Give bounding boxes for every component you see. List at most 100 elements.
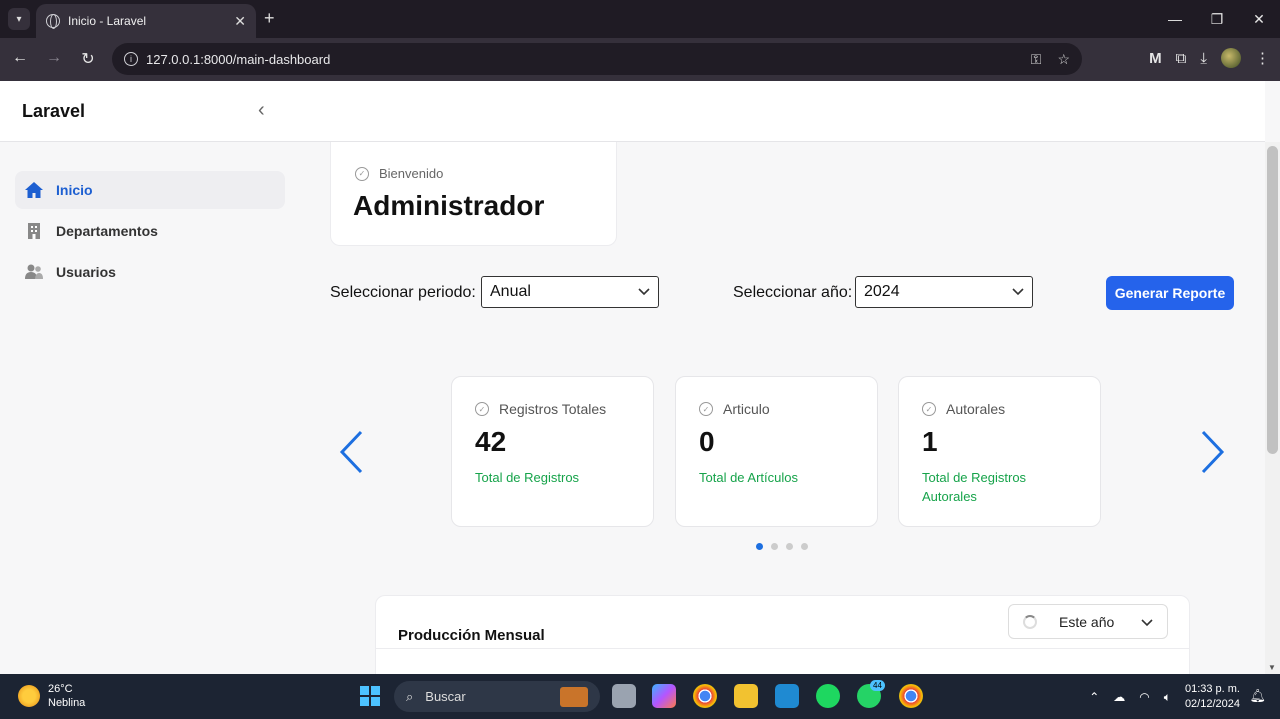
- building-icon: [24, 221, 44, 241]
- scrollbar-thumb[interactable]: [1267, 146, 1278, 454]
- weather-widget[interactable]: 26°C Neblina: [18, 682, 85, 710]
- carousel-pagination: [756, 543, 808, 550]
- malwarebytes-icon[interactable]: M: [1149, 50, 1162, 67]
- taskbar-search[interactable]: ⌕ Buscar: [394, 681, 600, 712]
- forward-icon[interactable]: →: [43, 49, 65, 67]
- tab-search-icon[interactable]: ▾: [8, 8, 30, 30]
- period-select[interactable]: Anual: [481, 276, 659, 308]
- chevron-up-icon[interactable]: ⌃: [1089, 690, 1099, 704]
- task-view-icon[interactable]: [612, 684, 636, 708]
- welcome-label-row: ✓ Bienvenido: [355, 166, 443, 181]
- page-scrollbar[interactable]: ▲ ▼: [1265, 142, 1280, 674]
- production-range-select[interactable]: Este año: [1008, 604, 1168, 639]
- carousel-dot[interactable]: [756, 543, 763, 550]
- check-circle-icon: ✓: [699, 402, 713, 416]
- sidebar-item-label: Inicio: [56, 182, 93, 198]
- stat-subtitle: Total de Artículos: [699, 470, 798, 485]
- chrome-profile-icon[interactable]: [899, 684, 923, 708]
- file-explorer-icon[interactable]: [734, 684, 758, 708]
- bookmark-star-icon[interactable]: ☆: [1057, 51, 1070, 68]
- app-topbar: Laravel ‹: [0, 81, 1265, 142]
- extensions-icon[interactable]: ⧉: [1176, 50, 1187, 67]
- new-tab-icon[interactable]: +: [264, 8, 275, 29]
- app-viewport: Laravel ‹ Inicio Departamentos Usuarios …: [0, 81, 1280, 674]
- minimize-icon[interactable]: —: [1154, 0, 1196, 38]
- browser-titlebar: ▾ Inicio - Laravel ✕ + — ❐ ✕: [0, 0, 1280, 38]
- welcome-card: ✓ Bienvenido Administrador: [330, 142, 617, 246]
- temperature: 26°C: [48, 683, 73, 695]
- stat-label-row: ✓ Registros Totales: [475, 401, 606, 417]
- clock[interactable]: 01:33 p. m. 02/12/2024: [1185, 682, 1240, 712]
- generate-report-button[interactable]: Generar Reporte: [1106, 276, 1234, 310]
- sidebar-item-label: Usuarios: [56, 264, 116, 280]
- stat-label-row: ✓ Articulo: [699, 401, 770, 417]
- collapse-sidebar-icon[interactable]: ‹: [258, 99, 265, 122]
- production-card: Producción Mensual Este año: [375, 595, 1190, 674]
- menu-kebab-icon[interactable]: ⋮: [1255, 49, 1270, 67]
- stat-subtitle: Total de Registros Autorales: [922, 470, 1027, 504]
- restore-icon[interactable]: ❐: [1196, 0, 1238, 38]
- windows-start-icon[interactable]: [360, 686, 380, 706]
- close-tab-icon[interactable]: ✕: [234, 13, 246, 30]
- carousel-dot[interactable]: [786, 543, 793, 550]
- notification-bell-icon[interactable]: 🔔︎: [1249, 688, 1266, 704]
- sidebar-item-departamentos[interactable]: Departamentos: [15, 212, 285, 250]
- wifi-icon[interactable]: ◠: [1139, 690, 1149, 704]
- carousel-next-icon[interactable]: [1200, 430, 1226, 485]
- scroll-down-icon[interactable]: ▼: [1268, 663, 1276, 672]
- back-icon[interactable]: ←: [9, 49, 31, 67]
- chrome-icon[interactable]: [693, 684, 717, 708]
- check-circle-icon: ✓: [475, 402, 489, 416]
- stat-value: 0: [699, 426, 715, 457]
- period-value: Anual: [490, 283, 531, 300]
- address-bar[interactable]: i 127.0.0.1:8000/main-dashboard ⚿ ☆: [112, 43, 1082, 75]
- stat-card-articulo: ✓ Articulo 0 Total de Artículos: [675, 376, 878, 527]
- year-value: 2024: [864, 283, 900, 300]
- copilot-icon[interactable]: [652, 684, 676, 708]
- welcome-label: Bienvenido: [379, 166, 444, 181]
- globe-icon: [46, 14, 60, 29]
- os-taskbar: 26°C Neblina ⌕ Buscar 44 ⌃ ☁ ◠ 🔈︎ 01:33 …: [0, 674, 1280, 719]
- clock-date: 02/12/2024: [1184, 698, 1240, 710]
- carousel-dot[interactable]: [771, 543, 778, 550]
- divider: [376, 648, 1189, 649]
- volume-icon[interactable]: 🔈︎: [1164, 690, 1171, 705]
- check-circle-icon: ✓: [922, 402, 936, 416]
- welcome-name: Administrador: [353, 190, 545, 221]
- loading-spinner-icon: [1023, 614, 1037, 629]
- year-select[interactable]: 2024: [855, 276, 1033, 308]
- download-icon[interactable]: ⤓: [1200, 50, 1207, 67]
- weather-condition: Neblina: [48, 697, 86, 709]
- sidebar-item-label: Departamentos: [56, 223, 158, 239]
- users-icon: [24, 262, 44, 282]
- stat-value: 42: [475, 426, 507, 457]
- carousel-prev-icon[interactable]: [338, 430, 364, 485]
- carousel-dot[interactable]: [801, 543, 808, 550]
- spotify-icon[interactable]: [816, 684, 840, 708]
- profile-avatar[interactable]: [1221, 48, 1241, 68]
- stat-label: Autorales: [946, 401, 1006, 417]
- stat-label: Articulo: [723, 401, 770, 417]
- onedrive-icon[interactable]: ☁: [1113, 690, 1125, 704]
- reload-icon[interactable]: ↻: [77, 49, 99, 69]
- sidebar-item-inicio[interactable]: Inicio: [15, 171, 285, 209]
- stat-subtitle: Total de Registros: [475, 470, 580, 485]
- close-window-icon[interactable]: ✕: [1238, 0, 1280, 38]
- stat-label-row: ✓ Autorales: [922, 401, 1005, 417]
- clock-time: 01:33 p. m.: [1184, 683, 1240, 695]
- site-info-icon[interactable]: i: [124, 52, 138, 66]
- url-text[interactable]: 127.0.0.1:8000/main-dashboard: [146, 52, 1015, 67]
- key-icon[interactable]: ⚿: [1031, 51, 1042, 68]
- home-icon: [24, 180, 44, 200]
- vscode-icon[interactable]: [775, 684, 799, 708]
- weather-icon: [18, 685, 40, 707]
- sidebar: Inicio Departamentos Usuarios: [0, 142, 300, 674]
- browser-tab[interactable]: Inicio - Laravel ✕: [36, 4, 256, 38]
- brand-title: Laravel: [22, 101, 86, 121]
- search-icon: ⌕: [406, 688, 414, 704]
- stat-card-registros: ✓ Registros Totales 42 Total de Registros: [451, 376, 654, 527]
- search-highlight-image: [560, 686, 588, 707]
- stat-card-autorales: ✓ Autorales 1 Total de Registros Autorale…: [898, 376, 1101, 527]
- chevron-down-icon: [638, 285, 650, 299]
- sidebar-item-usuarios[interactable]: Usuarios: [15, 253, 285, 291]
